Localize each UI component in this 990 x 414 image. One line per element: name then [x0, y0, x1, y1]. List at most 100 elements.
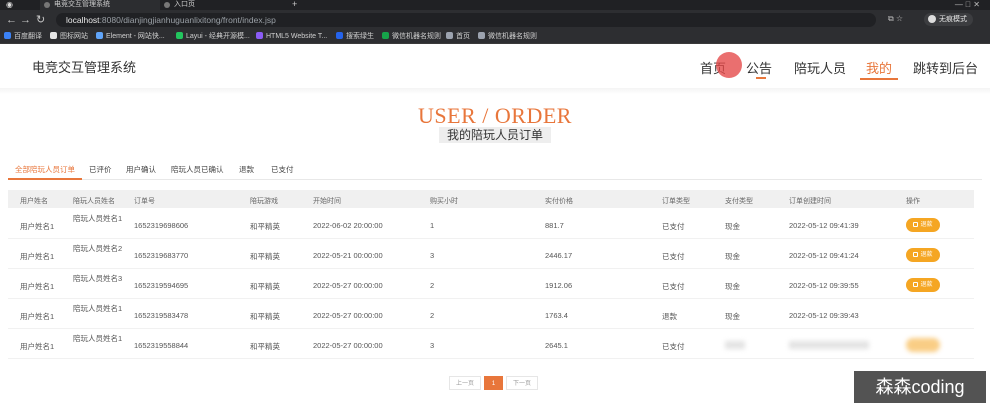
cell-game: 和平精英: [250, 342, 280, 351]
bookmark-item[interactable]: 图标网站: [50, 31, 88, 43]
bookmark-icon: [176, 32, 183, 39]
active-tab-underline: [8, 178, 82, 180]
cell-order-no: 1652319683770: [134, 251, 189, 260]
refund-button[interactable]: 退款: [906, 248, 940, 262]
cell-price: 1912.06: [545, 281, 573, 290]
cell-game: 和平精英: [250, 312, 280, 321]
cell-order-no: 1652319583478: [134, 311, 189, 320]
bookmark-item[interactable]: Layui - 经典开源模...: [176, 31, 250, 43]
cell-order-type: 退款: [662, 312, 677, 321]
back-icon[interactable]: ←: [6, 13, 17, 27]
bookmark-icon: [50, 32, 57, 39]
refund-icon: [913, 281, 919, 287]
refund-icon: [913, 251, 919, 257]
bookmark-icon: [382, 32, 389, 39]
incognito-icon: [928, 15, 936, 24]
bookmark-icon: [446, 32, 453, 39]
bookmark-item[interactable]: HTML5 Website T...: [256, 31, 327, 43]
cell-pay-type: 现金: [725, 312, 740, 321]
cell-created: 2022-05-12 09:41:24: [789, 251, 859, 260]
cell-start-time: 2022-05-27 00:00:00: [313, 341, 383, 350]
new-tab-button[interactable]: +: [292, 0, 297, 9]
bookmark-icon: [336, 32, 343, 39]
bookmark-item[interactable]: 微信机器名规则: [478, 31, 537, 43]
cell-user: 用户姓名1: [20, 222, 55, 231]
cell-player: 陪玩人员姓名1: [73, 334, 123, 343]
cell-order-no: 1652319558844: [134, 341, 189, 350]
tab-player-confirmed[interactable]: 陪玩人员已确认: [171, 164, 224, 175]
cell-start-time: 2022-05-27 00:00:00: [313, 311, 383, 320]
incognito-profile-button[interactable]: 无痕模式: [924, 13, 973, 26]
browser-menu-icon[interactable]: ◉: [6, 0, 13, 9]
cell-start-time: 2022-05-21 00:00:00: [313, 251, 383, 260]
page-number-current[interactable]: 1: [484, 376, 503, 390]
nav-active-underline: [860, 78, 898, 80]
column-header: 操作: [906, 198, 920, 205]
bookmark-icon: [96, 32, 103, 39]
bookmark-item[interactable]: Element - 网站快...: [96, 31, 165, 43]
cell-created: 2022-05-12 09:39:55: [789, 281, 859, 290]
cell-start-time: 2022-06-02 20:00:00: [313, 221, 383, 230]
reload-icon[interactable]: ↻: [36, 13, 45, 27]
nav-players[interactable]: 陪玩人员: [794, 61, 846, 77]
bookmark-item[interactable]: 百度翻译: [4, 31, 42, 43]
cell-hours: 3: [430, 251, 435, 260]
profile-label: 无痕模式: [939, 16, 967, 23]
cell-user: 用户姓名1: [20, 252, 55, 261]
cell-price: 1763.4: [545, 311, 568, 320]
nav-mine[interactable]: 我的: [866, 61, 892, 77]
cell-order-no: 1652319594695: [134, 281, 189, 290]
cell-pay-type: 现金: [725, 222, 740, 231]
tab-paid[interactable]: 已支付: [271, 164, 294, 175]
column-header: 订单号: [134, 198, 155, 205]
tab-all-orders[interactable]: 全部陪玩人员订单: [15, 164, 75, 175]
cell-order-no: 1652319698606: [134, 221, 189, 230]
cell-player: 陪玩人员姓名2: [73, 244, 123, 253]
tab-refund[interactable]: 退款: [239, 164, 254, 175]
forward-icon[interactable]: →: [20, 13, 31, 27]
prev-page-button[interactable]: 上一页: [449, 376, 481, 390]
url-input[interactable]: localhost:8080/dianjingjianhuguanlixiton…: [56, 13, 876, 27]
url-path: :8080/dianjingjianhuguanlixitong/front/i…: [99, 15, 276, 25]
cell-game: 和平精英: [250, 282, 280, 291]
cell-user: 用户姓名1: [20, 342, 55, 351]
bookmark-item[interactable]: 微信机器名规则: [382, 31, 441, 43]
window-controls[interactable]: — ⃞ ✕: [955, 0, 980, 9]
nav-hover-mark: [756, 77, 766, 79]
refund-button[interactable]: [906, 338, 940, 352]
cell-created: 2022-05-12 09:41:39: [789, 221, 859, 230]
column-header: 订单类型: [662, 198, 690, 205]
url-host: localhost: [66, 15, 100, 25]
site-title: 电竞交互管理系统: [32, 60, 137, 75]
next-page-button[interactable]: 下一页: [506, 376, 538, 390]
cell-user: 用户姓名1: [20, 312, 55, 321]
cell-order-type: 已支付: [662, 252, 685, 261]
page-heading-cn: 我的陪玩人员订单: [438, 127, 551, 143]
nav-announcements[interactable]: 公告: [746, 61, 772, 77]
tab-reviewed[interactable]: 已评价: [89, 164, 112, 175]
cell-game: 和平精英: [250, 222, 280, 231]
translate-icon[interactable]: ⧉ ☆: [888, 14, 903, 24]
tab-favicon-icon: [44, 2, 50, 8]
column-header: 用户姓名: [20, 198, 48, 205]
refund-button[interactable]: 退款: [906, 218, 940, 232]
cell-user: 用户姓名1: [20, 282, 55, 291]
cell-pay-type: 现金: [725, 252, 740, 261]
column-header: 购买小时: [430, 198, 458, 205]
nav-backend[interactable]: 跳转到后台: [913, 61, 978, 77]
refund-button[interactable]: 退款: [906, 278, 940, 292]
tab-user-confirmed[interactable]: 用户确认: [126, 164, 156, 175]
address-bar: ← → ↻ localhost:8080/dianjingjianhuguanl…: [0, 10, 990, 30]
column-header: 订单创建时间: [789, 198, 831, 205]
cell-pay-type: 现金: [725, 282, 740, 291]
bookmark-item[interactable]: 搜索绿生: [336, 31, 374, 43]
bookmark-item[interactable]: 首页: [446, 31, 470, 43]
cursor-click-indicator: [716, 52, 742, 78]
browser-tab-bar: ◉ 电竞交互管理系统 入口页 + — ⃞ ✕: [0, 0, 990, 10]
cell-player: 陪玩人员姓名3: [73, 274, 123, 283]
refund-icon: [913, 221, 919, 227]
bookmark-icon: [256, 32, 263, 39]
tab-title: 入口页: [174, 1, 195, 8]
browser-tab[interactable]: 电竞交互管理系统: [40, 0, 160, 10]
browser-tab[interactable]: 入口页: [160, 0, 280, 10]
